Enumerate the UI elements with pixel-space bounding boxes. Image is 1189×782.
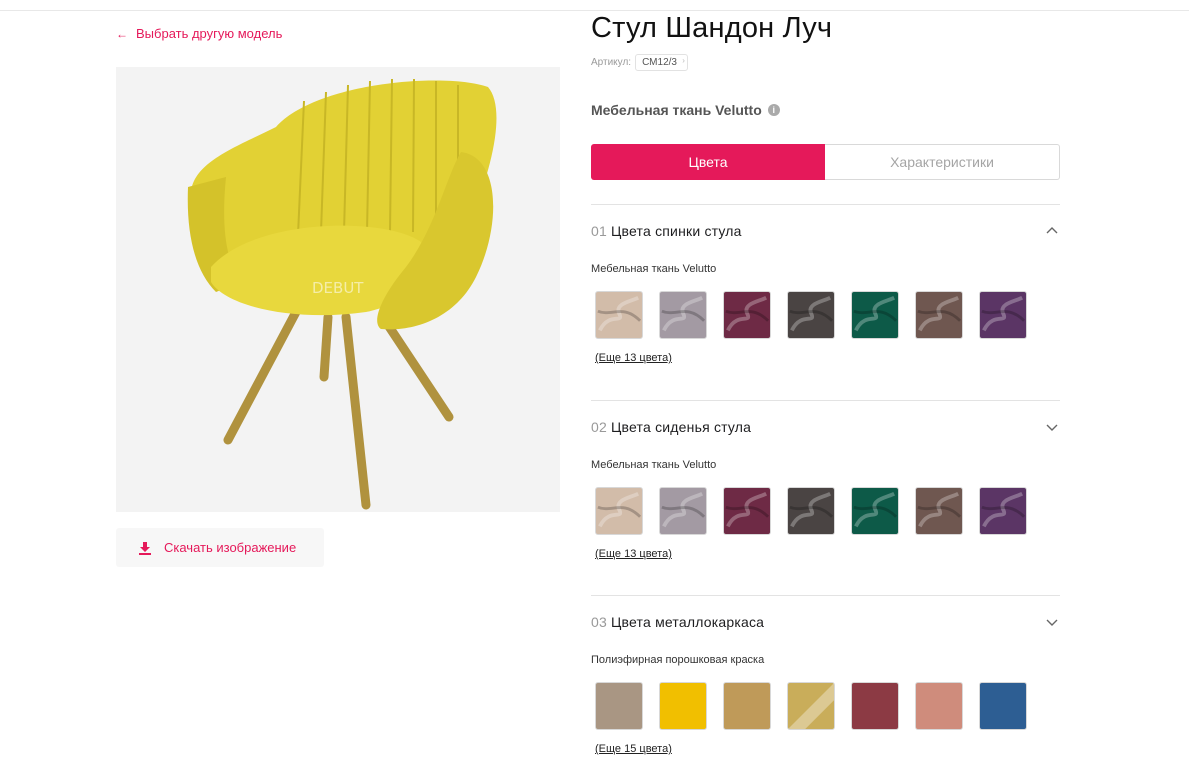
color-swatch[interactable] (851, 291, 899, 339)
color-swatch[interactable] (659, 682, 707, 730)
color-swatch[interactable] (979, 291, 1027, 339)
more-colors-link[interactable]: (Еще 13 цвета) (595, 548, 672, 560)
more-colors-link[interactable]: (Еще 13 цвета) (595, 352, 672, 364)
download-icon (139, 541, 151, 555)
tabs: Цвета Характеристики (591, 144, 1060, 180)
chair-leg (381, 317, 454, 422)
color-swatch[interactable] (723, 682, 771, 730)
fabric-heading: Мебельная ткань Velutto i (591, 102, 780, 118)
section-back-colors: 01 Цвета спинки стула Мебельная ткань Vel… (591, 204, 1060, 366)
sku-row: Артикул: СМ12/3 (591, 54, 688, 71)
section-subtitle: Мебельная ткань Velutto (591, 263, 717, 275)
chevron-down-icon[interactable] (1046, 421, 1058, 433)
color-swatch[interactable] (851, 487, 899, 535)
watermark-text: DEBUT (312, 279, 364, 297)
top-divider (0, 10, 1189, 11)
sku-label: Артикул: (591, 57, 632, 68)
fabric-name: Мебельная ткань Velutto (591, 102, 762, 118)
color-swatch[interactable] (595, 682, 643, 730)
section-title-text: Цвета сиденья стула (610, 419, 752, 435)
color-swatch[interactable] (979, 487, 1027, 535)
section-number: 03 (591, 614, 607, 630)
section-subtitle: Полиэфирная порошковая краска (591, 654, 765, 666)
section-seat-colors: 02 Цвета сиденья стула Мебельная ткань Ve… (591, 400, 1060, 562)
back-to-models-link[interactable]: ← Выбрать другую модель (116, 26, 282, 41)
section-subtitle: Мебельная ткань Velutto (591, 459, 717, 471)
section-title-text: Цвета спинки стула (610, 223, 742, 239)
swatch-list (591, 291, 1060, 339)
swatch-list (591, 487, 1060, 535)
tab-characteristics[interactable]: Характеристики (825, 144, 1060, 180)
section-number: 01 (591, 223, 607, 239)
color-swatch[interactable] (723, 291, 771, 339)
chair-leg (319, 312, 333, 382)
info-icon[interactable]: i (767, 104, 780, 116)
download-label: Скачать изображение (164, 540, 297, 555)
chair-leg (223, 307, 301, 445)
color-swatch[interactable] (915, 682, 963, 730)
color-swatch[interactable] (595, 291, 643, 339)
section-header[interactable]: 02 Цвета сиденья стула (591, 401, 1060, 453)
color-swatch[interactable] (787, 291, 835, 339)
section-title: 02 Цвета сиденья стула (591, 419, 751, 435)
chevron-down-icon[interactable] (1046, 616, 1058, 628)
section-number: 02 (591, 419, 607, 435)
chevron-up-icon[interactable] (1046, 225, 1058, 237)
section-title: 01 Цвета спинки стула (591, 223, 742, 239)
color-swatch[interactable] (595, 487, 643, 535)
color-swatch[interactable] (979, 682, 1027, 730)
color-swatch[interactable] (659, 487, 707, 535)
color-swatch[interactable] (787, 487, 835, 535)
section-header[interactable]: 03 Цвета металлокаркаса (591, 596, 1060, 648)
section-header[interactable]: 01 Цвета спинки стула (591, 205, 1060, 257)
section-frame-colors: 03 Цвета металлокаркаса Полиэфирная порош… (591, 595, 1060, 757)
color-swatch[interactable] (851, 682, 899, 730)
color-swatch[interactable] (659, 291, 707, 339)
product-image: DEBUT (116, 67, 560, 512)
arrow-left-icon: ← (116, 26, 128, 41)
chair-leg (341, 312, 371, 510)
color-swatch[interactable] (787, 682, 835, 730)
color-swatch[interactable] (915, 291, 963, 339)
back-link-label: Выбрать другую модель (136, 26, 283, 41)
section-title-text: Цвета металлокаркаса (610, 614, 765, 630)
color-swatch[interactable] (723, 487, 771, 535)
sku-code[interactable]: СМ12/3 (635, 54, 688, 71)
swatch-list (591, 682, 1060, 730)
product-title: Стул Шандон Луч (591, 12, 833, 44)
more-colors-link[interactable]: (Еще 15 цвета) (595, 743, 672, 755)
download-image-button[interactable]: Скачать изображение (116, 528, 324, 567)
section-title: 03 Цвета металлокаркаса (591, 614, 764, 630)
color-swatch[interactable] (915, 487, 963, 535)
tab-colors[interactable]: Цвета (591, 144, 825, 180)
